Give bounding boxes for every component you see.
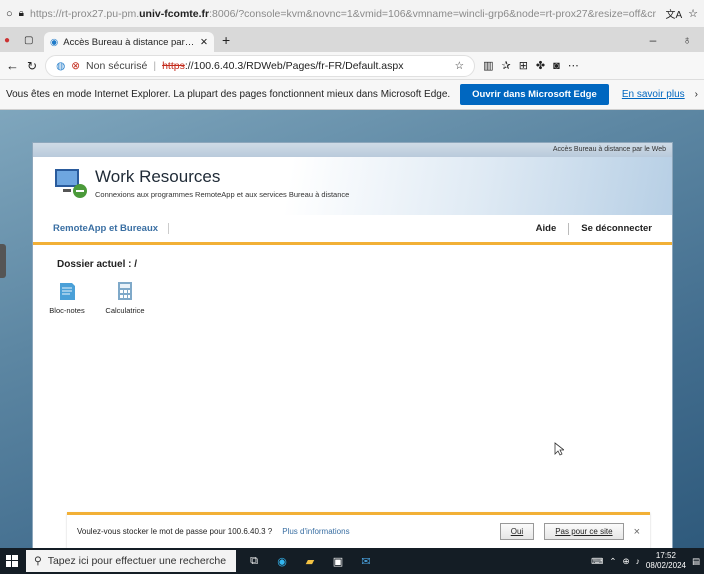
more-icon[interactable]: ⋯ bbox=[568, 59, 579, 72]
app-notepad[interactable]: Bloc-notes bbox=[47, 280, 87, 315]
reading-icon[interactable]: ▥ bbox=[483, 59, 493, 72]
store-icon[interactable]: ▣ bbox=[328, 552, 348, 570]
app-label: Bloc-notes bbox=[49, 306, 85, 315]
help-link[interactable]: Aide bbox=[536, 223, 557, 235]
clock[interactable]: 17:52 08/02/2024 bbox=[646, 551, 686, 571]
keyboard-icon[interactable]: ⌨ bbox=[591, 556, 603, 567]
refresh-icon[interactable]: ↻ bbox=[27, 59, 37, 73]
tab-title: Accès Bureau à distance par le W bbox=[63, 36, 196, 48]
host-url[interactable]: https://rt-prox27.pu-pm.univ-fcomte.fr:8… bbox=[30, 8, 659, 20]
chevron-right-icon[interactable]: › bbox=[695, 89, 698, 100]
calculator-icon bbox=[118, 282, 132, 300]
close-bar-icon[interactable]: × bbox=[634, 526, 640, 538]
rdweb-title: Work Resources bbox=[95, 167, 221, 186]
save-password-no-button[interactable]: Pas pour ce site bbox=[544, 523, 624, 540]
search-icon: ⚲ bbox=[34, 555, 42, 567]
rdweb-subtitle: Connexions aux programmes RemoteApp et a… bbox=[95, 190, 350, 199]
close-tab-icon[interactable]: ✕ bbox=[200, 37, 208, 48]
favorites-icon[interactable]: ✰ bbox=[501, 59, 510, 72]
maximize-icon[interactable]: ♁ bbox=[670, 33, 704, 47]
circle-icon: ○ bbox=[6, 7, 13, 20]
ie-icon[interactable]: ◙ bbox=[553, 60, 560, 72]
security-label: Non sécurisé bbox=[86, 59, 148, 72]
warning-icon: ⊗ bbox=[71, 59, 81, 72]
new-tab-icon[interactable]: + bbox=[222, 32, 230, 48]
profile-icon[interactable]: ● bbox=[4, 35, 24, 46]
rdweb-strip: Accès Bureau à distance par le Web bbox=[33, 143, 672, 157]
rdweb-strip-label: Accès Bureau à distance par le Web bbox=[552, 146, 666, 153]
lock-icon: 🔒︎ bbox=[18, 8, 24, 19]
volume-icon[interactable]: ♪ bbox=[636, 556, 640, 566]
more-info-link[interactable]: Plus d'informations bbox=[282, 527, 349, 536]
star-icon[interactable]: ☆ bbox=[688, 7, 698, 20]
rdweb-header: Work Resources Connexions aux programmes… bbox=[33, 157, 672, 215]
network-icon[interactable]: ⊕ bbox=[623, 556, 630, 567]
taskbar-search[interactable]: ⚲ Tapez ici pour effectuer une recherche bbox=[26, 550, 236, 572]
ie-mode-icon[interactable]: ◍ bbox=[56, 60, 65, 72]
rdweb-content: Dossier actuel : / Bloc-notes Calculatri… bbox=[33, 245, 672, 329]
rdweb-nav: RemoteApp et Bureaux Aide Se déconnecter bbox=[33, 215, 672, 245]
collections-icon[interactable]: ⊞ bbox=[519, 59, 528, 72]
current-folder: Dossier actuel : / bbox=[57, 259, 138, 270]
notification-icon[interactable]: ▤ bbox=[692, 556, 700, 567]
file-explorer-icon[interactable]: ▰ bbox=[300, 552, 320, 570]
taskbar: ⚲ Tapez ici pour effectuer une recherche… bbox=[0, 548, 704, 574]
ie-mode-bar: Vous êtes en mode Internet Explorer. La … bbox=[0, 80, 704, 110]
minimize-icon[interactable]: – bbox=[636, 33, 670, 47]
remote-desktop-logo-icon bbox=[55, 169, 87, 198]
app-label: Calculatrice bbox=[105, 306, 145, 315]
mail-icon[interactable]: ✉ bbox=[356, 552, 376, 570]
back-icon[interactable]: ← bbox=[6, 58, 19, 73]
app-calculator[interactable]: Calculatrice bbox=[105, 280, 145, 315]
logout-link[interactable]: Se déconnecter bbox=[581, 223, 652, 235]
windows-start-icon[interactable] bbox=[6, 555, 18, 567]
task-view-icon[interactable]: ⧉ bbox=[244, 552, 264, 570]
notepad-icon bbox=[60, 283, 75, 300]
host-address-bar: ○ 🔒︎ https://rt-prox27.pu-pm.univ-fcomte… bbox=[0, 0, 704, 28]
open-in-edge-button[interactable]: Ouvrir dans Microsoft Edge bbox=[460, 84, 609, 105]
desktop-background: Accès Bureau à distance par le Web Work … bbox=[0, 110, 704, 548]
address-bar[interactable]: ◍ ⊗ Non sécurisé | https://100.6.40.3/RD… bbox=[45, 54, 476, 77]
nav-bar: ← ↻ ◍ ⊗ Non sécurisé | https://100.6.40.… bbox=[0, 52, 704, 80]
mouse-cursor-icon bbox=[554, 442, 564, 456]
edge-icon[interactable]: ◉ bbox=[272, 552, 292, 570]
edge-favicon-icon: ◉ bbox=[50, 36, 59, 48]
tab-remoteapp[interactable]: RemoteApp et Bureaux bbox=[53, 223, 170, 234]
learn-more-link[interactable]: En savoir plus bbox=[622, 89, 685, 100]
tab-strip: ● ▢ ◉ Accès Bureau à distance par le W ✕… bbox=[0, 28, 704, 52]
tab-rdweb[interactable]: ◉ Accès Bureau à distance par le W ✕ bbox=[44, 32, 214, 52]
favorite-icon[interactable]: ☆ bbox=[455, 60, 464, 72]
chevron-up-icon[interactable]: ⌃ bbox=[609, 556, 616, 567]
rdweb-page: Accès Bureau à distance par le Web Work … bbox=[32, 142, 673, 548]
nav-divider bbox=[568, 222, 570, 235]
console-side-handle[interactable] bbox=[0, 244, 6, 278]
save-password-message: Voulez-vous stocker le mot de passe pour… bbox=[77, 527, 273, 536]
ie-mode-message: Vous êtes en mode Internet Explorer. La … bbox=[6, 89, 451, 100]
search-placeholder: Tapez ici pour effectuer une recherche bbox=[47, 555, 227, 567]
system-tray: ⌨ ⌃ ⊕ ♪ 17:52 08/02/2024 ▤ bbox=[591, 551, 704, 571]
save-password-bar: Voulez-vous stocker le mot de passe pour… bbox=[67, 512, 650, 548]
extensions-icon[interactable]: ✤ bbox=[536, 59, 545, 72]
save-password-yes-button[interactable]: Oui bbox=[499, 523, 535, 540]
translate-icon[interactable]: 文A bbox=[665, 6, 682, 21]
tab-actions-icon[interactable]: ▢ bbox=[24, 35, 44, 46]
